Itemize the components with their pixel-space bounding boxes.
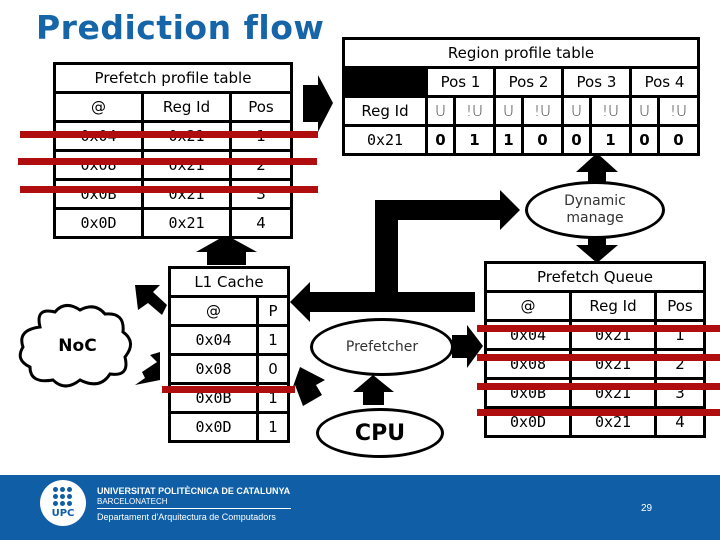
prefetcher-label: Prefetcher bbox=[345, 339, 419, 355]
strike-line bbox=[20, 186, 318, 193]
sub-header-used: U bbox=[425, 95, 456, 127]
cell-value: 0 bbox=[425, 124, 456, 156]
sub-header-unused: !U bbox=[452, 95, 496, 127]
cell-reg-id: 0x21 bbox=[342, 124, 428, 156]
dynamic-manage-line1: Dynamic bbox=[564, 193, 626, 209]
table-row: 0x21 0 1 1 0 0 1 0 0 bbox=[342, 124, 701, 156]
cell-value: 0 bbox=[656, 124, 701, 156]
sub-header-used: U bbox=[560, 95, 592, 127]
table-row: 0x0D 0x21 4 bbox=[53, 207, 293, 239]
cell-present: 0 bbox=[256, 353, 290, 385]
table-row: 0x08 0x21 2 bbox=[53, 149, 293, 181]
cell-address: 0x08 bbox=[168, 353, 259, 385]
sub-header-used: U bbox=[628, 95, 660, 127]
table-row: 0x0B 0x21 3 bbox=[53, 178, 293, 210]
cell-pos: 2 bbox=[229, 149, 293, 181]
pos-header: Pos 3 bbox=[560, 66, 632, 98]
col-header-present: P bbox=[256, 295, 290, 327]
strike-line bbox=[477, 354, 720, 361]
col-header-address: @ bbox=[484, 290, 572, 322]
footer-divider bbox=[97, 508, 291, 509]
cell-value: 1 bbox=[492, 124, 524, 156]
cell-pos: 3 bbox=[229, 178, 293, 210]
col-header-pos: Pos bbox=[229, 91, 293, 123]
col-header-address: @ bbox=[53, 91, 144, 123]
strike-line bbox=[477, 383, 720, 390]
prefetch-profile-table: Prefetch profile table @ Reg Id Pos 0x04… bbox=[53, 62, 293, 239]
pos-header: Pos 1 bbox=[425, 66, 496, 98]
cpu-label: CPU bbox=[354, 420, 406, 446]
upc-logo-icon: UPC bbox=[40, 480, 86, 526]
cell-value: 1 bbox=[588, 124, 632, 156]
prefetch-profile-caption: Prefetch profile table bbox=[53, 62, 293, 94]
cell-reg-id: 0x21 bbox=[141, 178, 232, 210]
university-name: UNIVERSITAT POLITÈCNICA DE CATALUNYA bbox=[97, 486, 291, 496]
sub-header-used: U bbox=[492, 95, 524, 127]
sub-header-unused: !U bbox=[656, 95, 701, 127]
sub-header-unused: !U bbox=[588, 95, 632, 127]
region-profile-caption: Region profile table bbox=[342, 37, 700, 69]
logo-text: UPC bbox=[51, 508, 75, 519]
col-header-reg-id: Reg Id bbox=[569, 290, 657, 322]
region-profile-table: Region profile table Pos 1 Pos 2 Pos 3 P… bbox=[342, 37, 701, 156]
footer-bar: UPC UNIVERSITAT POLITÈCNICA DE CATALUNYA… bbox=[0, 475, 720, 540]
cell-address: 0x0D bbox=[53, 207, 144, 239]
cell-pos: 4 bbox=[229, 207, 293, 239]
blank-header bbox=[342, 66, 428, 98]
cell-present: 1 bbox=[256, 411, 290, 443]
pos-header: Pos 4 bbox=[628, 66, 701, 98]
col-header-reg-id: Reg Id bbox=[141, 91, 232, 123]
col-header-pos: Pos bbox=[654, 290, 706, 322]
dynamic-manage-node: Dynamic manage bbox=[525, 181, 665, 239]
strike-line bbox=[18, 158, 317, 165]
l1-cache-table: L1 Cache @ P 0x04 1 0x08 0 0x0B 1 0x0D 1 bbox=[168, 266, 290, 443]
cell-value: 0 bbox=[520, 124, 564, 156]
strike-line bbox=[477, 409, 720, 416]
arrow-cpu-to-prefetcher bbox=[353, 375, 394, 405]
table-row: 0x0D 1 bbox=[168, 411, 290, 443]
cell-reg-id: 0x21 bbox=[141, 207, 232, 239]
strike-line bbox=[162, 386, 295, 393]
cell-address: 0x0D bbox=[168, 411, 259, 443]
table-row: 0x04 1 bbox=[168, 324, 290, 356]
dynamic-manage-line2: manage bbox=[566, 210, 624, 226]
row-header-reg-id: Reg Id bbox=[342, 95, 428, 127]
noc-label: NoC bbox=[58, 336, 97, 356]
prefetcher-node: Prefetcher bbox=[310, 318, 454, 376]
strike-line bbox=[477, 325, 720, 332]
prefetch-queue-caption: Prefetch Queue bbox=[484, 261, 706, 293]
arrow-l1-to-profile bbox=[196, 235, 257, 265]
cpu-node: CPU bbox=[316, 408, 444, 458]
table-row: 0x08 0 bbox=[168, 353, 290, 385]
sub-header-unused: !U bbox=[520, 95, 564, 127]
pos-header: Pos 2 bbox=[492, 66, 564, 98]
cell-value: 0 bbox=[560, 124, 592, 156]
arrow-cpu-to-l1 bbox=[290, 367, 325, 406]
arrow-to-region-table bbox=[303, 75, 333, 132]
cell-value: 0 bbox=[628, 124, 660, 156]
l1-cache-caption: L1 Cache bbox=[168, 266, 290, 298]
department-name: Departament d'Arquitectura de Computador… bbox=[97, 512, 276, 522]
cell-address: 0x04 bbox=[168, 324, 259, 356]
col-header-address: @ bbox=[168, 295, 259, 327]
cell-value: 1 bbox=[452, 124, 496, 156]
cell-present: 1 bbox=[256, 324, 290, 356]
cell-reg-id: 0x21 bbox=[141, 149, 232, 181]
cell-address: 0x0B bbox=[53, 178, 144, 210]
strike-line bbox=[20, 131, 318, 138]
page-number: 29 bbox=[641, 503, 653, 514]
university-subtitle: BARCELONATECH bbox=[97, 497, 168, 506]
cell-address: 0x08 bbox=[53, 149, 144, 181]
